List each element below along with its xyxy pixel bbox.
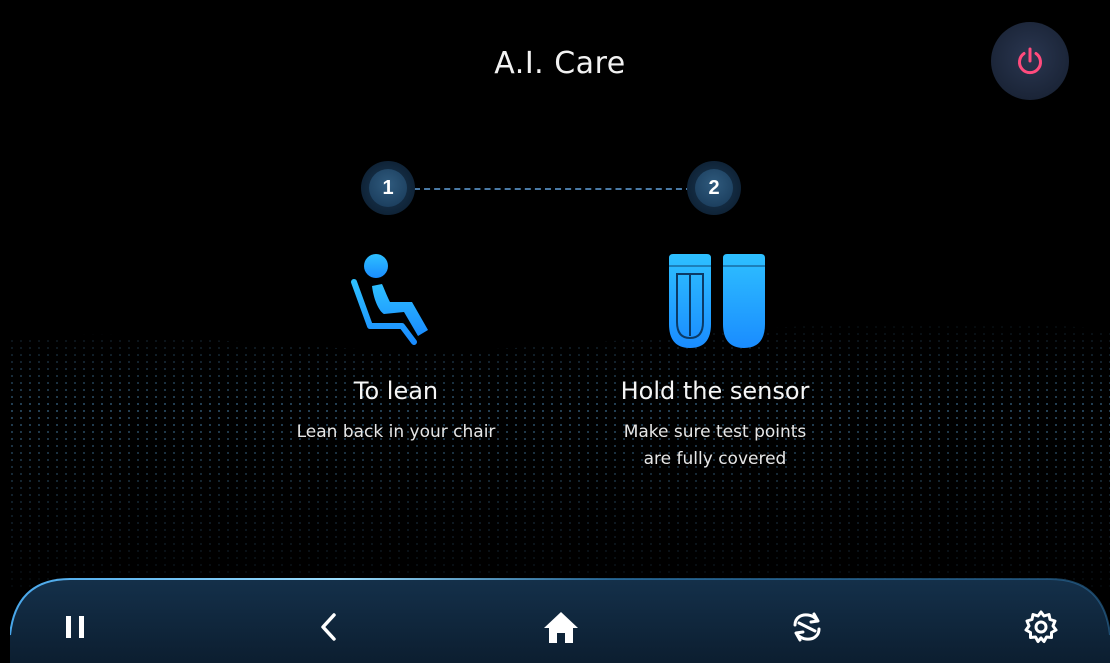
home-icon (544, 612, 578, 643)
step-1-title: To lean (353, 377, 439, 405)
seat-lean-icon (351, 254, 428, 345)
back-button[interactable] (304, 605, 354, 649)
step-1-description-line: Lean back in your chair (296, 422, 496, 442)
pause-button[interactable] (50, 605, 100, 649)
ai-care-screen: A.I. Care 1 2 To lean Lean back in your … (10, 10, 1110, 663)
step-1-badge: 1 (361, 161, 415, 215)
sensor-grips-icon (669, 254, 765, 348)
step-2-description-line-2: are fully covered (643, 449, 787, 469)
bottom-navigation-bar (10, 577, 1110, 663)
dotted-wave-background (10, 321, 1110, 590)
home-button[interactable] (536, 605, 586, 649)
step-2-description-line-1: Make sure test points (623, 422, 807, 442)
step-connector-line (414, 188, 692, 190)
step-1-description: Lean back in your chair (246, 419, 546, 446)
switch-button[interactable] (782, 605, 832, 649)
step-2-title: Hold the sensor (620, 377, 810, 405)
step-2-number: 2 (695, 169, 733, 207)
step-2-description: Make sure test points are fully covered (565, 419, 865, 473)
step-2-badge: 2 (687, 161, 741, 215)
power-icon (1018, 47, 1042, 75)
step-1-number: 1 (369, 169, 407, 207)
gear-icon (1024, 610, 1058, 643)
pause-icon (66, 616, 84, 638)
power-button[interactable] (991, 22, 1069, 100)
sync-icon (793, 612, 821, 642)
settings-button[interactable] (1016, 605, 1066, 649)
chevron-left-icon (321, 613, 336, 641)
page-title: A.I. Care (494, 46, 626, 81)
